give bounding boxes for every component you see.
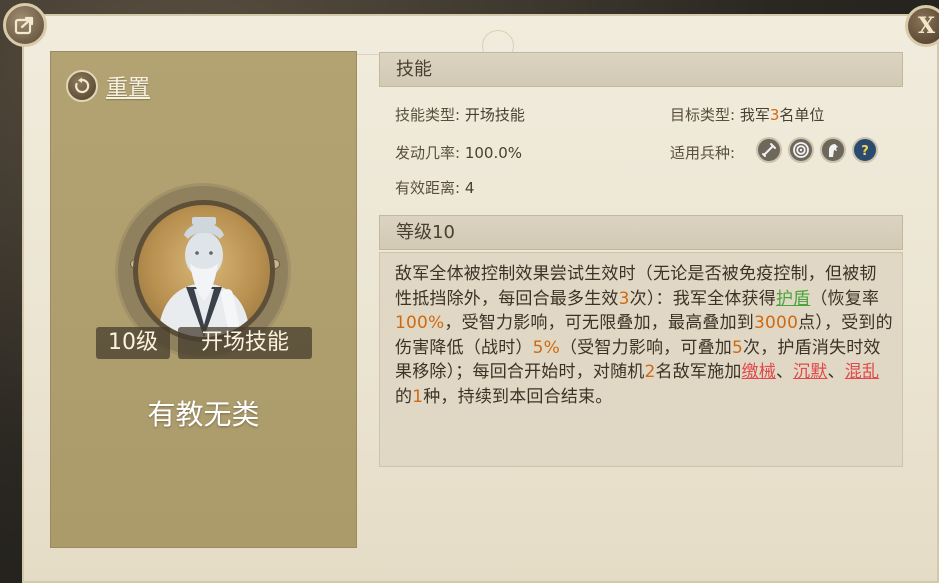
description-segment: 名敌军施加 <box>655 362 742 382</box>
description-segment: 种，持续到本回合结束。 <box>423 386 613 407</box>
reset-icon <box>66 70 98 102</box>
sage-figure-icon <box>158 217 250 337</box>
chance-value: 100.0% <box>464 144 523 162</box>
description-segment: 3 <box>618 288 630 309</box>
skill-type-badge: 开场技能 <box>178 327 312 359</box>
target-type-row: 目标类型: 我军3名单位 <box>670 104 824 125</box>
status-effect-link[interactable]: 混乱 <box>845 362 879 382</box>
target-icon[interactable] <box>788 137 814 163</box>
description-segment: 5% <box>532 337 560 358</box>
description-segment: ，受智力影响，可无限叠加，最高叠加到 <box>444 313 755 333</box>
svg-text:?: ? <box>861 144 869 158</box>
chance-label: 发动几率: <box>395 144 461 162</box>
sword-icon[interactable] <box>756 137 782 163</box>
description-segment: 的 <box>395 386 413 407</box>
description-segment: 1 <box>412 386 424 407</box>
target-type-value: 我军3名单位 <box>739 106 825 124</box>
skill-name: 有教无类 <box>147 398 260 431</box>
level-section-header: 等级10 <box>379 215 903 250</box>
status-effect-link[interactable]: 沉默 <box>793 362 827 382</box>
range-value: 4 <box>464 179 475 197</box>
reset-label: 重置 <box>106 76 151 101</box>
description-segment: 3000 <box>754 313 799 333</box>
description-segment: 、 <box>827 362 845 382</box>
description-segment: （受智力影响，可叠加 <box>559 337 732 358</box>
shield-link[interactable]: 护盾 <box>776 289 810 309</box>
description-segment: （恢复率 <box>810 288 880 309</box>
question-icon[interactable]: ? <box>852 137 878 163</box>
skill-type-label: 技能类型: <box>395 106 461 124</box>
close-button[interactable]: X <box>905 5 939 47</box>
range-label: 有效距离: <box>395 179 461 197</box>
skill-section-header: 技能 <box>379 52 903 87</box>
description-segment: 2 <box>644 362 656 382</box>
description-segment: 100% <box>395 313 445 333</box>
range-row: 有效距离: 4 <box>395 177 474 198</box>
level-badge: 10级 <box>96 327 170 359</box>
skill-type-value: 开场技能 <box>464 106 525 124</box>
close-icon: X <box>918 13 936 39</box>
skill-type-row: 技能类型: 开场技能 <box>395 104 525 125</box>
chance-row: 发动几率: 100.0% <box>395 142 522 163</box>
target-type-label: 目标类型: <box>670 106 736 124</box>
share-icon <box>14 16 34 35</box>
description-segment: 次）：我军全体获得 <box>629 288 776 309</box>
troop-row-label: 适用兵种: <box>670 144 736 162</box>
horse-icon[interactable] <box>820 137 846 163</box>
share-button[interactable] <box>3 3 47 47</box>
sage-portrait <box>133 200 275 342</box>
skill-description: 敌军全体被控制效果尝试生效时（无论是否被免疫控制，但被韧性抵挡除外，每回合最多生… <box>395 262 893 409</box>
reset-button[interactable]: 重置 <box>66 70 150 102</box>
status-effect-link[interactable]: 缴械 <box>742 362 776 382</box>
description-segment: 5 <box>731 337 744 358</box>
description-segment: 、 <box>775 362 794 382</box>
target-count: 3 <box>769 106 780 124</box>
